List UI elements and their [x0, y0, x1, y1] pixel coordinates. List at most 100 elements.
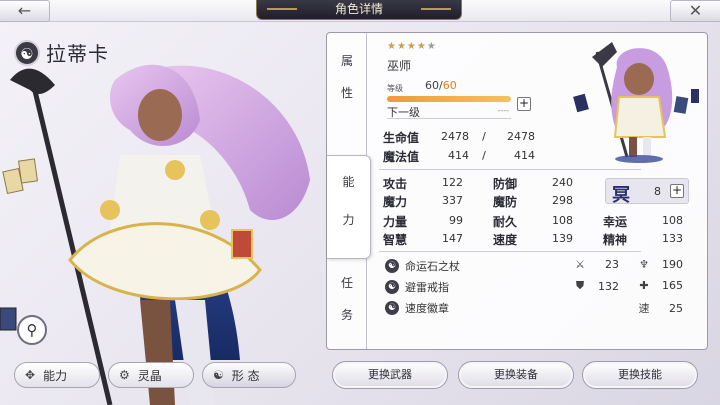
equip-name: 命运石之杖: [405, 260, 460, 273]
stat-wisdom: 智慧 147: [383, 231, 463, 248]
plus-icon: +: [518, 96, 530, 110]
tab-mission[interactable]: 任 务: [327, 269, 367, 329]
stat-label: 速度: [493, 233, 518, 247]
shield-icon: ⛊: [575, 279, 585, 292]
stat-spirit: 精神 133: [603, 231, 683, 248]
tab-ability-label-2: 力: [342, 213, 355, 227]
rank-emblem-icon: 冥: [612, 185, 630, 206]
stat-value: 337: [442, 194, 463, 207]
stat-label: 精神: [603, 233, 628, 247]
stat-magic: 魔力 337: [383, 193, 463, 210]
mp-max: 414: [514, 149, 535, 162]
spirit-crystal-button[interactable]: ⚙ 灵晶: [108, 362, 194, 388]
level-current: 60: [425, 79, 439, 92]
divider: [379, 251, 641, 252]
stat-value: 133: [662, 232, 683, 245]
equip-accessory[interactable]: ☯ 避雷戒指: [385, 279, 449, 295]
equip-name: 避雷戒指: [405, 281, 449, 294]
tab-ability-label-1: 能: [342, 175, 355, 189]
ability-button[interactable]: ✥ 能力: [14, 362, 100, 388]
close-button[interactable]: ✕: [670, 0, 720, 22]
change-skill-button[interactable]: 更换技能: [582, 361, 698, 389]
side-tabs: 属 性 能 力 任 务: [327, 33, 371, 349]
sword-icon: ⚔: [575, 258, 585, 271]
yin-yang-icon: ☯: [14, 39, 40, 66]
star-empty-icon: ★: [426, 41, 437, 52]
mp-current: 414: [448, 149, 469, 162]
stat-speed: 速度 139: [493, 231, 573, 248]
stat-value: 108: [662, 214, 683, 227]
hp-current: 2478: [441, 130, 469, 143]
tab-attributes[interactable]: 属 性: [327, 47, 367, 107]
stat-label: 力量: [383, 215, 408, 229]
stat-label: 耐久: [493, 215, 518, 229]
magnifier-icon: ⚲: [26, 321, 38, 339]
clover-icon: ✥: [25, 368, 36, 382]
tab-mission-label-1: 任: [340, 276, 353, 290]
level-max: 60: [442, 79, 457, 92]
character-detail-panel: 属 性 能 力 任 务 ★★★★★ 巫师 等级 60/60 + 下一级 ----: [326, 32, 708, 350]
hp-label: 生命值: [383, 131, 420, 145]
hp-separator: /: [482, 130, 486, 143]
stat-label: 魔防: [493, 195, 518, 209]
close-icon: ✕: [688, 1, 703, 20]
next-level: 下一级 ----: [387, 104, 511, 119]
stat-label: 幸运: [603, 215, 628, 229]
stat-value: 108: [552, 214, 573, 227]
stat-attack: 攻击 122: [383, 175, 463, 192]
stat-luck: 幸运 108: [603, 213, 683, 230]
swirl-icon: ☯: [213, 368, 224, 382]
equip-stat-wand: ♆ 190: [637, 258, 683, 271]
mp-separator: /: [482, 149, 486, 162]
stat-label: 智慧: [383, 233, 408, 247]
tab-attributes-label-2: 性: [340, 86, 353, 100]
equip-stat-value: 23: [605, 258, 619, 271]
star-rating: ★★★★★: [387, 41, 437, 52]
exp-bar: [387, 96, 511, 102]
rank-box: 冥 8 +: [605, 178, 689, 206]
ring-icon: ☯: [385, 280, 399, 294]
star-filled-icon: ★★★★: [387, 41, 427, 52]
tab-ability[interactable]: 能 力: [327, 155, 371, 259]
stat-value: 240: [552, 176, 573, 189]
stat-value: 298: [552, 194, 573, 207]
zoom-button[interactable]: ⚲: [17, 315, 47, 345]
equip-name: 速度徽章: [405, 302, 449, 315]
rank-value: 8: [654, 185, 661, 198]
equip-stat-shield: ⛊ 132: [573, 279, 619, 293]
equip-stat-value: 190: [662, 258, 683, 271]
mp-label: 魔法值: [383, 150, 420, 164]
hp-row: 生命值 2478 / 2478: [383, 129, 535, 146]
back-button[interactable]: ←: [0, 0, 50, 22]
character-chibi: [573, 42, 699, 163]
arrow-left-icon: ←: [17, 1, 32, 20]
stat-label: 攻击: [383, 177, 408, 191]
character-class: 巫师: [387, 59, 412, 73]
speed-label: 速: [638, 302, 650, 315]
exp-bar-fill: [387, 96, 511, 102]
rank-plus-button[interactable]: +: [670, 184, 684, 198]
level-label: 等级: [387, 84, 403, 93]
next-level-value: ----: [497, 106, 509, 115]
stat-value: 139: [552, 232, 573, 245]
mp-row: 魔法值 414 / 414: [383, 148, 535, 165]
equip-badge[interactable]: ☯ 速度徽章: [385, 300, 449, 316]
form-button[interactable]: ☯ 形 态: [202, 362, 296, 388]
stat-endurance: 耐久 108: [493, 213, 573, 230]
stat-magic-defense: 魔防 298: [493, 193, 573, 210]
change-equipment-button[interactable]: 更换装备: [458, 361, 574, 389]
level-value: 60/60: [425, 79, 457, 92]
staff-icon: ☯: [385, 259, 399, 273]
stat-label: 魔力: [383, 195, 408, 209]
tab-mission-label-2: 务: [340, 308, 353, 322]
hp-max: 2478: [507, 130, 535, 143]
equip-stat-sword: ⚔ 23: [573, 258, 619, 271]
level-up-plus-button[interactable]: +: [517, 97, 531, 111]
next-level-label: 下一级: [387, 106, 420, 119]
change-weapon-button[interactable]: 更换武器: [332, 361, 448, 389]
equip-weapon[interactable]: ☯ 命运石之杖: [385, 258, 460, 274]
plus-icon: +: [671, 183, 683, 197]
stat-value: 147: [442, 232, 463, 245]
equip-stat-value: 165: [662, 279, 683, 292]
page-title: 角色详情: [256, 0, 462, 20]
